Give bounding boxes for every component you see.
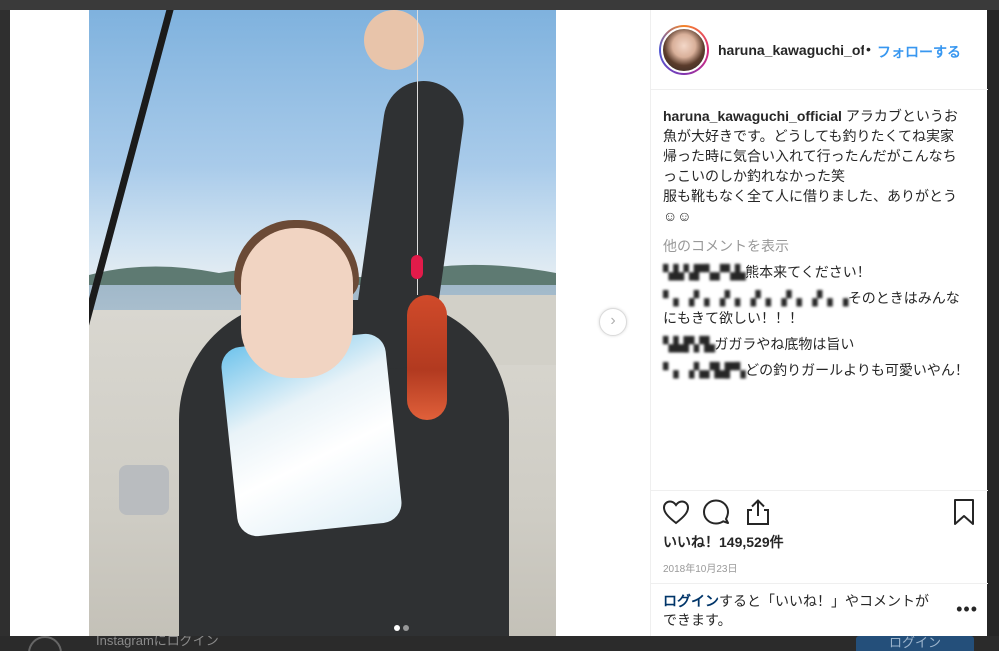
fishing-lure <box>411 255 423 279</box>
comment-icon[interactable] <box>701 497 731 527</box>
login-prompt: ログインすると「いいね！」やコメントができます。 ••• <box>651 583 988 636</box>
carousel-indicator <box>394 618 414 631</box>
post-modal: › haruna_kawaguchi_offi • フォローする haruna_… <box>10 10 988 636</box>
carousel-dot <box>403 625 409 631</box>
follow-button[interactable]: フォローする <box>877 42 961 62</box>
caption-username[interactable]: haruna_kawaguchi_official <box>663 108 842 124</box>
instagram-logo-icon <box>28 636 62 651</box>
more-icon[interactable]: ••• <box>956 600 978 619</box>
header-separator: • <box>866 41 871 57</box>
heart-icon[interactable] <box>661 497 691 527</box>
caption-text-2: 服も靴もなく全て人に借りました、ありがとう☺☺ <box>663 188 957 224</box>
comment-username[interactable]: ▘▖▗▚▞▙▛▚ <box>663 360 746 380</box>
comment-item: ▚▙▛▞▙ガガラやね底物は旨い <box>663 334 973 354</box>
comment-text: ガガラやね底物は旨い <box>714 336 855 352</box>
media-area: › <box>10 10 650 636</box>
login-prompt-text: ログインすると「いいね！」やコメントができます。 <box>663 592 939 630</box>
header-username[interactable]: haruna_kawaguchi_offi <box>718 42 864 58</box>
post-date[interactable]: 2018年10月23日 <box>663 560 738 575</box>
comments-section: haruna_kawaguchi_official アラカブというお魚が大好きで… <box>651 90 988 490</box>
comment-text: どの釣りガールよりも可愛いやん！ <box>745 362 969 378</box>
more-comments-link[interactable]: 他のコメントを表示 <box>663 236 976 256</box>
post-caption: haruna_kawaguchi_official アラカブというお魚が大好きで… <box>663 106 968 226</box>
comment-username[interactable]: ▚▙▚▛▚▞▚▙ <box>663 262 746 282</box>
login-link[interactable]: ログイン <box>663 593 719 609</box>
fishing-line <box>417 10 418 295</box>
like-count[interactable]: いいね！149,529件 <box>663 532 784 552</box>
background-left-panel <box>0 10 10 636</box>
carousel-dot-active <box>394 625 400 631</box>
post-side-panel: haruna_kawaguchi_offi • フォローする haruna_ka… <box>650 10 988 636</box>
chevron-right-icon[interactable]: › <box>599 308 627 336</box>
avatar[interactable] <box>659 25 709 75</box>
fishing-reel <box>119 465 169 515</box>
comment-item: ▘▖▗▚▞▙▛▚どの釣りガールよりも可愛いやん！ <box>663 360 973 380</box>
background-login-bar: Instagramにログイン ログイン <box>0 633 999 651</box>
comment-item: ▚▙▚▛▚▞▚▙熊本来てください！ <box>663 262 973 282</box>
post-photo[interactable] <box>89 10 556 636</box>
avatar-image <box>661 27 707 73</box>
background-top-strip <box>0 0 999 10</box>
caught-fish <box>407 295 447 420</box>
post-header: haruna_kawaguchi_offi • フォローする <box>651 10 988 90</box>
bookmark-icon[interactable] <box>949 497 979 527</box>
comment-username[interactable]: ▚▙▛▞▙ <box>663 334 715 354</box>
share-icon[interactable] <box>743 497 773 527</box>
comment-username[interactable]: ▘▖▗▘▖▗▘▖▗▘▖▗▘▖▗▘▖▗ <box>663 288 848 308</box>
person-hand <box>364 10 424 70</box>
comment-text: 熊本来てください！ <box>745 264 871 280</box>
person-face <box>241 228 353 378</box>
comment-item: ▘▖▗▘▖▗▘▖▗▘▖▗▘▖▗▘▖▗そのときはみんなにもきて欲しい！！！ <box>663 288 973 328</box>
background-login-button[interactable]: ログイン <box>856 636 974 651</box>
